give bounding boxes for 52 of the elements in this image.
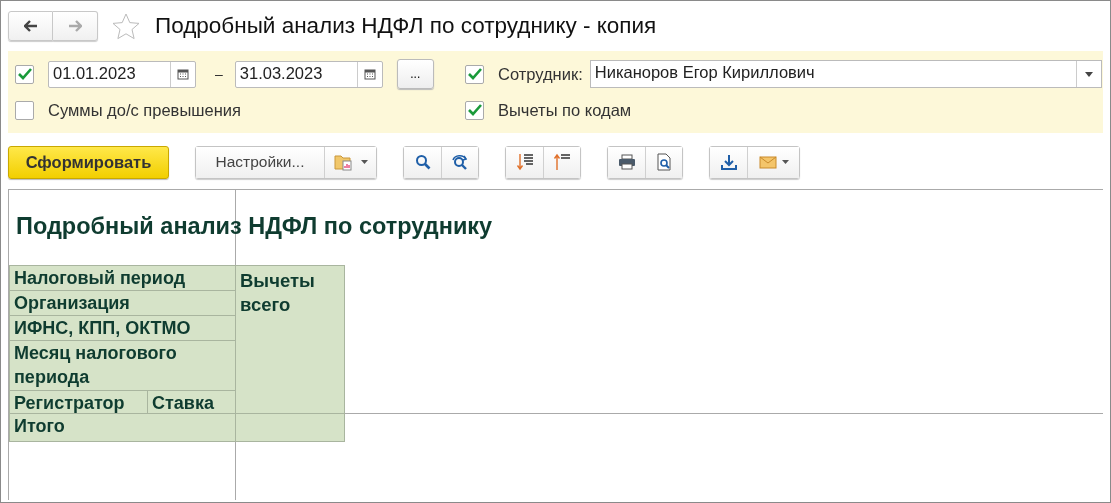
table-header-cell: Ставка xyxy=(148,391,236,414)
table-header-cell: Налоговый период xyxy=(10,266,236,291)
printer-icon xyxy=(617,154,636,170)
search-icon xyxy=(414,154,431,170)
date-field[interactable]: 31.03.2023 xyxy=(234,60,383,88)
table-header-cell: Организация xyxy=(10,291,236,316)
checkbox-label: Вычеты по кодам xyxy=(498,100,632,120)
report-title: Подробный анализ НДФЛ по сотруднику xyxy=(15,212,493,241)
checkmark-icon xyxy=(467,68,482,80)
arrow-right-icon xyxy=(68,20,82,32)
download-button[interactable] xyxy=(710,146,747,178)
table-header-cell: ИФНС, КПП, ОКТМО xyxy=(10,316,236,341)
field-label: Сотрудник: xyxy=(498,64,583,84)
checkmark-icon xyxy=(17,68,32,80)
table-total-cell: Итого xyxy=(10,414,236,442)
caret-icon xyxy=(781,160,789,164)
variants-button[interactable] xyxy=(324,146,376,178)
employee-field[interactable]: Никаноров Егор Кириллович xyxy=(589,60,1102,88)
table-header-cell: Месяц налогового периода xyxy=(10,341,236,391)
envelope-icon xyxy=(758,155,777,169)
page-search-icon xyxy=(656,153,672,171)
sort-up-button[interactable] xyxy=(543,146,580,178)
checkbox[interactable] xyxy=(465,100,484,120)
calendar-icon xyxy=(177,68,189,80)
generate-button[interactable]: Сформировать xyxy=(8,145,169,179)
date-field[interactable]: 01.01.2023 xyxy=(48,60,196,88)
period-button[interactable]: ... xyxy=(396,59,434,89)
checkmark-icon xyxy=(467,104,482,116)
dropdown-icon xyxy=(1085,71,1093,77)
checkbox[interactable] xyxy=(465,64,484,84)
back-button[interactable] xyxy=(8,11,53,41)
caret-icon xyxy=(360,160,368,164)
preview-button[interactable] xyxy=(645,146,682,178)
search-button[interactable] xyxy=(404,146,441,178)
table-header-cell: Регистратор xyxy=(10,391,148,414)
search-arrow-icon xyxy=(451,154,469,170)
sort-down-icon xyxy=(515,153,534,171)
calendar-icon xyxy=(363,68,376,80)
sort-up-icon xyxy=(553,153,571,171)
table-header-cell: Вычеты всего xyxy=(236,266,345,414)
arrow-left-icon xyxy=(23,20,38,32)
settings-button[interactable]: Настройки... xyxy=(196,146,324,178)
search-next-button[interactable] xyxy=(441,146,478,178)
download-icon xyxy=(719,153,738,171)
window-title: Подробный анализ НДФЛ по сотруднику - копия xyxy=(155,13,657,39)
sort-down-button[interactable] xyxy=(506,146,543,178)
checkbox[interactable] xyxy=(15,64,34,84)
checkbox[interactable] xyxy=(15,100,34,120)
star-icon[interactable] xyxy=(112,12,140,40)
dash: – xyxy=(215,66,223,82)
checkbox-label: Суммы до/с превышения xyxy=(48,100,241,120)
print-button[interactable] xyxy=(608,146,645,178)
